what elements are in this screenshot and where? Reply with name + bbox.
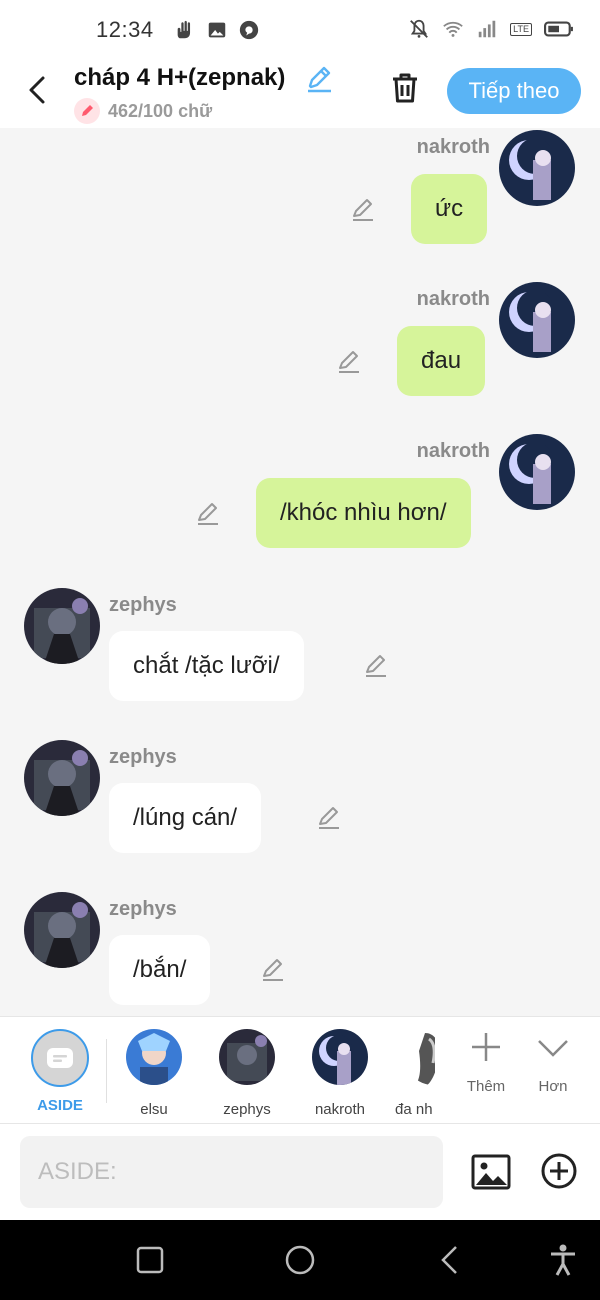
- battery-icon: [544, 21, 573, 37]
- edit-message-icon[interactable]: [195, 501, 221, 527]
- chat-area[interactable]: nakroth ức nakroth đau nakroth /khóc nhì…: [0, 128, 600, 1016]
- character-label: ASIDE: [37, 1097, 83, 1114]
- message-bubble[interactable]: /khóc nhìu hơn/: [256, 478, 471, 548]
- divider: [106, 1039, 107, 1103]
- aside-avatar: [31, 1029, 89, 1087]
- pencil-badge-icon: [74, 98, 100, 124]
- character-label: zephys: [223, 1101, 271, 1118]
- status-time: 12:34: [96, 17, 154, 42]
- character-label: đa nh: [395, 1101, 433, 1118]
- add-circle-icon[interactable]: [540, 1152, 578, 1190]
- system-nav-bar: [0, 1220, 600, 1300]
- edit-message-icon[interactable]: [260, 957, 286, 983]
- volte-icon: LTE: [510, 22, 532, 36]
- character-nakroth[interactable]: nakroth: [300, 1029, 380, 1118]
- app-header: cháp 4 H+(zepnak) 462/100 chữ Tiếp theo: [0, 60, 600, 128]
- edit-message-icon[interactable]: [363, 653, 389, 679]
- character-partial[interactable]: đa nh: [385, 1029, 435, 1118]
- back-nav-icon[interactable]: [432, 1242, 468, 1278]
- bell-off-icon: [410, 19, 429, 38]
- sender-name: nakroth: [416, 288, 490, 310]
- narrator-icon: [47, 1048, 73, 1068]
- accessibility-icon[interactable]: [545, 1242, 581, 1278]
- edit-message-icon[interactable]: [336, 349, 362, 375]
- avatar[interactable]: [24, 740, 100, 816]
- more-button[interactable]: Hơn: [523, 1031, 583, 1095]
- character-bar: ASIDE elsu zephys nakroth đa nh Thêm Hơn: [0, 1016, 600, 1124]
- status-left-icons: [174, 19, 260, 41]
- character-label: nakroth: [314, 1101, 366, 1118]
- chevron-left-icon: [29, 76, 45, 104]
- character-zephys[interactable]: zephys: [207, 1029, 287, 1118]
- input-bar: [0, 1124, 600, 1220]
- avatar[interactable]: [24, 892, 100, 968]
- status-bar: 12:34 LTE: [0, 0, 600, 60]
- character-elsu[interactable]: elsu: [114, 1029, 194, 1118]
- plus-icon: [472, 1033, 500, 1061]
- message-bubble[interactable]: ức: [411, 174, 488, 244]
- avatar: [219, 1029, 275, 1085]
- avatar: [126, 1029, 182, 1085]
- character-aside[interactable]: ASIDE: [20, 1029, 100, 1114]
- recents-icon[interactable]: [132, 1242, 168, 1278]
- signal-icon: [478, 20, 496, 38]
- message-bubble[interactable]: /bắn/: [109, 935, 211, 1005]
- avatar[interactable]: [24, 588, 100, 664]
- avatar: [405, 1029, 435, 1085]
- status-right-icons: LTE: [408, 18, 574, 40]
- trash-icon[interactable]: [388, 70, 422, 106]
- add-character-button[interactable]: Thêm: [456, 1031, 516, 1095]
- image-upload-icon[interactable]: [470, 1151, 512, 1193]
- chevron-down-icon: [538, 1040, 568, 1057]
- edit-message-icon[interactable]: [316, 805, 342, 831]
- hand-icon: [177, 20, 190, 39]
- next-button[interactable]: Tiếp theo: [447, 68, 581, 114]
- sender-name: zephys: [109, 594, 177, 616]
- avatar[interactable]: [499, 130, 575, 206]
- add-label: Thêm: [466, 1078, 506, 1095]
- avatar[interactable]: [499, 282, 575, 358]
- sender-name: nakroth: [416, 440, 490, 462]
- sender-name: nakroth: [416, 136, 490, 158]
- avatar: [312, 1029, 368, 1085]
- message-bubble[interactable]: đau: [397, 326, 486, 396]
- more-label: Hơn: [538, 1078, 568, 1095]
- word-count: 462/100 chữ: [108, 100, 213, 121]
- sender-name: zephys: [109, 746, 177, 768]
- edit-title-icon[interactable]: [304, 64, 334, 94]
- wifi-icon: [443, 21, 463, 37]
- home-icon[interactable]: [282, 1242, 318, 1278]
- image-icon: [208, 22, 225, 38]
- avatar[interactable]: [499, 434, 575, 510]
- message-bubble[interactable]: /lúng cán/: [109, 783, 262, 853]
- sender-name: zephys: [109, 898, 177, 920]
- message-input[interactable]: [20, 1136, 443, 1208]
- back-button[interactable]: [22, 72, 52, 108]
- word-count-row: 462/100 chữ: [74, 98, 212, 124]
- page-title: cháp 4 H+(zepnak): [74, 64, 286, 91]
- edit-message-icon[interactable]: [350, 197, 376, 223]
- message-bubble[interactable]: chắt /tặc lưỡi/: [109, 631, 304, 701]
- character-label: elsu: [140, 1101, 168, 1118]
- chat-bubble-icon: [239, 20, 258, 40]
